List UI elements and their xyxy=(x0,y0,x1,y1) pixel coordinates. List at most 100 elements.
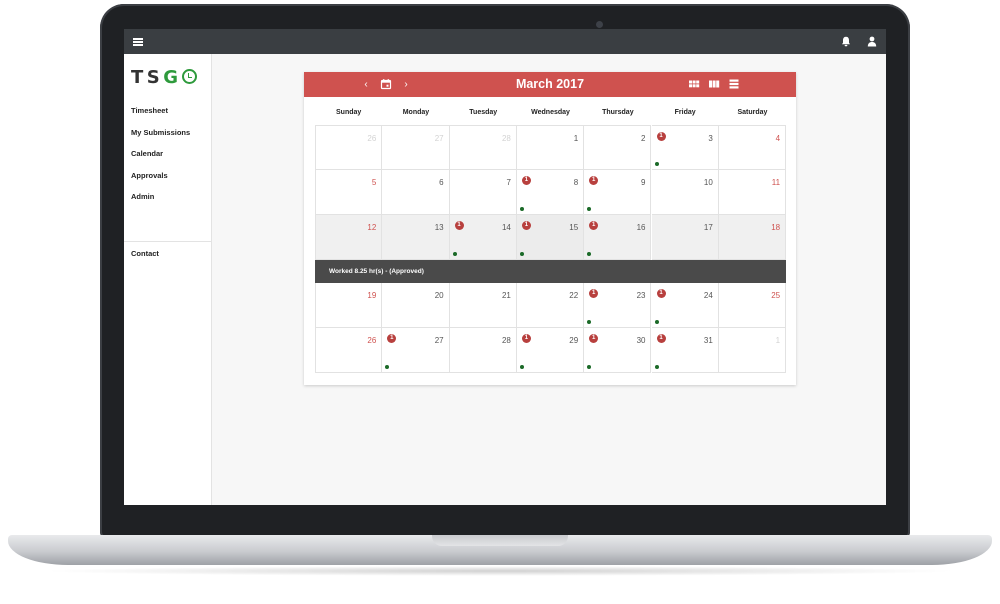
sidebar-item-admin[interactable]: Admin xyxy=(124,186,211,208)
sidebar-item-calendar[interactable]: Calendar xyxy=(124,143,211,165)
sidebar-item-timesheet[interactable]: Timesheet xyxy=(124,100,211,122)
day-number: 24 xyxy=(703,291,713,300)
month-view-icon[interactable] xyxy=(688,78,700,90)
calendar-day-cell[interactable]: 20 xyxy=(382,283,450,328)
event-dot xyxy=(519,365,524,369)
calendar-day-cell[interactable]: 21 xyxy=(449,283,517,328)
calendar-day-cell[interactable]: 18 xyxy=(718,215,787,260)
day-number: 3 xyxy=(708,134,713,143)
event-dot xyxy=(519,252,524,256)
day-number: 28 xyxy=(501,336,511,345)
alert-badge[interactable]: 1 xyxy=(589,176,599,185)
day-number: 12 xyxy=(367,223,377,232)
day-number: 1 xyxy=(775,336,781,345)
calendar-day-cell[interactable]: 30 1 xyxy=(584,328,652,373)
calendar-day-cell[interactable]: 6 xyxy=(382,170,450,215)
bell-icon[interactable] xyxy=(841,36,851,47)
day-number: 19 xyxy=(367,291,377,300)
alert-badge[interactable]: 1 xyxy=(589,221,599,230)
calendar-day-cell[interactable]: 27 1 xyxy=(382,328,450,373)
alert-badge[interactable]: 1 xyxy=(387,334,397,343)
calendar-day-cell[interactable]: 26 xyxy=(315,328,383,373)
calendar-day-cell[interactable]: 22 xyxy=(516,283,585,328)
calendar-day-cell[interactable]: 2 xyxy=(584,125,652,170)
calendar-day-cell[interactable]: 1 xyxy=(718,328,787,373)
menu-icon[interactable] xyxy=(133,38,143,46)
calendar-day-cell[interactable]: 5 xyxy=(315,170,383,215)
day-detail-bar[interactable]: Worked 8.25 hr(s) - (Approved) xyxy=(315,260,786,283)
calendar-day-cell[interactable]: 1 xyxy=(516,125,585,170)
alert-badge[interactable]: 1 xyxy=(521,334,531,343)
alert-badge[interactable]: 1 xyxy=(521,221,531,230)
calendar-day-cell[interactable]: 31 xyxy=(651,125,719,170)
day-number: 22 xyxy=(569,291,579,300)
calendar-day-cell[interactable]: 91 xyxy=(584,170,652,215)
calendar-day-cell[interactable]: 7 xyxy=(449,170,517,215)
calendar-title: March 2017 xyxy=(515,77,585,91)
day-number: 31 xyxy=(703,336,713,345)
event-dot xyxy=(587,252,592,256)
calendar-day-cell[interactable]: 81 xyxy=(516,170,585,215)
calendar-day-cell[interactable]: 4 xyxy=(718,125,787,170)
sidebar-item-contact[interactable]: Contact xyxy=(131,249,159,258)
calendar-day-cell[interactable]: 31 1 xyxy=(651,328,719,373)
alert-badge[interactable]: 1 xyxy=(656,289,666,298)
event-dot xyxy=(587,365,592,369)
calendar-day-cell[interactable]: 15 1 xyxy=(516,215,585,260)
calendar-day-cell[interactable]: 16 1 xyxy=(584,215,652,260)
calendar-day-cell[interactable]: 11 xyxy=(718,170,787,215)
user-icon[interactable] xyxy=(867,36,877,47)
calendar-day-cell[interactable]: 14 1 xyxy=(449,215,517,260)
day-number: 26 xyxy=(367,134,377,143)
calendar-day-cell[interactable]: 28 xyxy=(449,125,517,170)
calendar-card: ‹ › March 2017 Sunday Monday Tuesday Wednes… xyxy=(304,72,796,385)
calendar-day-cell[interactable]: 27 xyxy=(382,125,450,170)
day-number: 13 xyxy=(434,223,444,232)
alert-badge[interactable]: 1 xyxy=(454,221,464,230)
alert-badge[interactable]: 1 xyxy=(589,289,599,298)
calendar-day-cell[interactable]: 23 1 xyxy=(584,283,652,328)
next-month-button[interactable]: › xyxy=(400,76,412,93)
event-dot xyxy=(519,207,524,211)
week-view-icon[interactable] xyxy=(708,78,720,90)
alert-badge[interactable]: 1 xyxy=(589,334,599,343)
calendar-day-cell[interactable]: 29 1 xyxy=(516,328,585,373)
calendar-day-cell[interactable]: 24 1 xyxy=(651,283,719,328)
sidebar-item-approvals[interactable]: Approvals xyxy=(124,165,211,187)
calendar-day-cell[interactable]: 25 xyxy=(718,283,787,328)
event-dot xyxy=(654,365,659,369)
day-number: 27 xyxy=(434,336,444,345)
logo-text: TSG xyxy=(131,67,182,88)
prev-month-button[interactable]: ‹ xyxy=(360,76,372,93)
day-number: 23 xyxy=(636,291,646,300)
calendar-day-cell[interactable]: 12 xyxy=(315,215,383,260)
calendar-day-cell[interactable]: 19 xyxy=(315,283,383,328)
day-number: 10 xyxy=(703,178,713,187)
day-number: 14 xyxy=(501,223,511,232)
alert-badge[interactable]: 1 xyxy=(656,132,666,141)
alert-badge[interactable]: 1 xyxy=(656,334,666,343)
day-number: 4 xyxy=(775,134,781,143)
calendar-day-cell[interactable]: 26 xyxy=(315,125,383,170)
laptop-shadow xyxy=(40,566,960,576)
logo[interactable]: TSG xyxy=(131,67,197,88)
calendar-day-cell[interactable]: 17 xyxy=(651,215,719,260)
weekday-label: Monday xyxy=(402,109,430,116)
today-calendar-icon[interactable] xyxy=(378,76,394,93)
weekday-label: Friday xyxy=(674,109,696,116)
day-number: 11 xyxy=(771,178,781,187)
weekday-label: Saturday xyxy=(737,109,768,116)
weekday-label: Tuesday xyxy=(469,109,498,116)
sidebar-item-my-submissions[interactable]: My Submissions xyxy=(124,122,211,144)
clock-icon xyxy=(181,69,197,84)
calendar-day-cell[interactable]: 28 xyxy=(449,328,517,373)
alert-badge[interactable]: 1 xyxy=(521,176,531,185)
camera-icon xyxy=(596,21,603,28)
calendar-day-cell[interactable]: 10 xyxy=(651,170,719,215)
day-number: 6 xyxy=(439,178,444,187)
day-number: 7 xyxy=(506,178,511,187)
day-number: 26 xyxy=(367,336,377,345)
calendar-day-cell[interactable]: 13 xyxy=(382,215,450,260)
day-view-icon[interactable] xyxy=(728,78,740,90)
event-dot xyxy=(385,365,390,369)
